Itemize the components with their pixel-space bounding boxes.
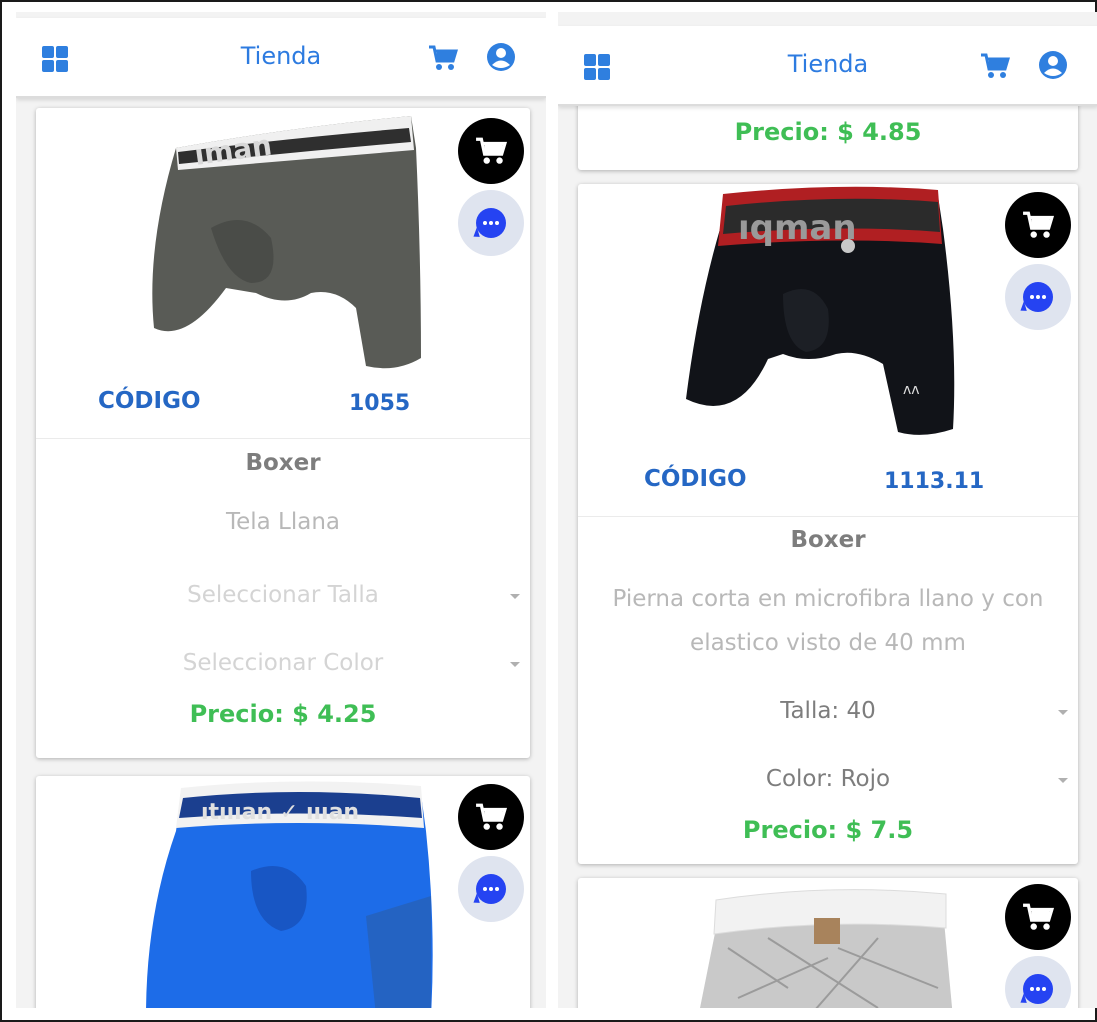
- chat-button[interactable]: [458, 856, 524, 922]
- chevron-down-icon: [1058, 710, 1068, 715]
- product-description: Pierna corta en microfibra llano y con e…: [612, 586, 1044, 656]
- divider: [36, 438, 530, 439]
- svg-text:ıqman: ıqman: [738, 208, 857, 248]
- app-title: Tienda: [787, 50, 869, 78]
- color-select[interactable]: Seleccionar Color: [36, 644, 530, 684]
- app-bar: Tienda: [558, 26, 1097, 106]
- product-image-blue-boxer[interactable]: ıtıııan ✓ ıııan: [36, 776, 530, 1008]
- product-price: Precio: $ 4.25: [189, 700, 377, 728]
- left-phone-view: Tienda ıman CÓDIGO 1055 Boxer Tela Llana…: [16, 12, 546, 1008]
- cart-icon: [1023, 903, 1054, 930]
- product-price: Precio: $ 7.5: [742, 816, 914, 844]
- code-value: 1055: [349, 391, 411, 416]
- size-select-label: Seleccionar Talla: [187, 582, 379, 608]
- product-price: Precio: $ 4.85: [734, 118, 922, 146]
- color-select-label: Color: Rojo: [765, 766, 891, 792]
- product-name: Boxer: [790, 527, 866, 553]
- add-to-cart-button[interactable]: [458, 784, 524, 850]
- cart-icon: [476, 803, 507, 830]
- product-name: Boxer: [245, 450, 321, 476]
- cart-icon[interactable]: [428, 44, 458, 72]
- app-bar: Tienda: [16, 18, 546, 98]
- code-label: CÓDIGO: [98, 388, 201, 414]
- svg-text:ıtıııan ✓ ıııan: ıtıııan ✓ ıııan: [201, 800, 359, 825]
- product-image-black-boxer[interactable]: ıqman ᴧᴧ: [578, 184, 1078, 504]
- app-title: Tienda: [240, 42, 322, 70]
- product-image-white-boxer[interactable]: [578, 878, 1078, 1008]
- chevron-down-icon: [1058, 778, 1068, 783]
- product-image-gray-boxer[interactable]: ıman: [36, 108, 530, 388]
- account-icon[interactable]: [1038, 50, 1068, 80]
- product-card: [578, 878, 1078, 1008]
- add-to-cart-button[interactable]: [1005, 192, 1071, 258]
- product-card: ıtıııan ✓ ıııan: [36, 776, 530, 1008]
- account-icon[interactable]: [486, 42, 516, 72]
- chevron-down-icon: [510, 594, 520, 599]
- code-value: 1113.11: [884, 469, 985, 494]
- divider: [578, 516, 1078, 517]
- size-select[interactable]: Talla: 40: [578, 692, 1078, 732]
- svg-text:ᴧᴧ: ᴧᴧ: [903, 382, 920, 398]
- code-label: CÓDIGO: [644, 466, 747, 492]
- chat-button[interactable]: [1005, 264, 1071, 330]
- size-select-label: Talla: 40: [780, 698, 876, 724]
- add-to-cart-button[interactable]: [1005, 884, 1071, 950]
- color-select-label: Seleccionar Color: [182, 650, 384, 676]
- color-select[interactable]: Color: Rojo: [578, 760, 1078, 800]
- size-select[interactable]: Seleccionar Talla: [36, 576, 530, 616]
- add-to-cart-button[interactable]: [458, 118, 524, 184]
- chevron-down-icon: [510, 662, 520, 667]
- right-phone-view: Tienda Precio: $ 4.85 ıqman ᴧᴧ CÓDIGO 11…: [558, 12, 1097, 1008]
- chat-button[interactable]: [458, 190, 524, 256]
- screenshot-frame: Tienda ıman CÓDIGO 1055 Boxer Tela Llana…: [0, 0, 1097, 1022]
- cart-icon: [1023, 211, 1054, 238]
- product-description: Tela Llana: [225, 509, 341, 535]
- product-card: ıman CÓDIGO 1055 Boxer Tela Llana Selecc…: [36, 108, 530, 758]
- product-card: ıqman ᴧᴧ CÓDIGO 1113.11 Boxer Pierna cor…: [578, 184, 1078, 864]
- cart-icon: [476, 137, 507, 164]
- cart-icon[interactable]: [980, 52, 1010, 80]
